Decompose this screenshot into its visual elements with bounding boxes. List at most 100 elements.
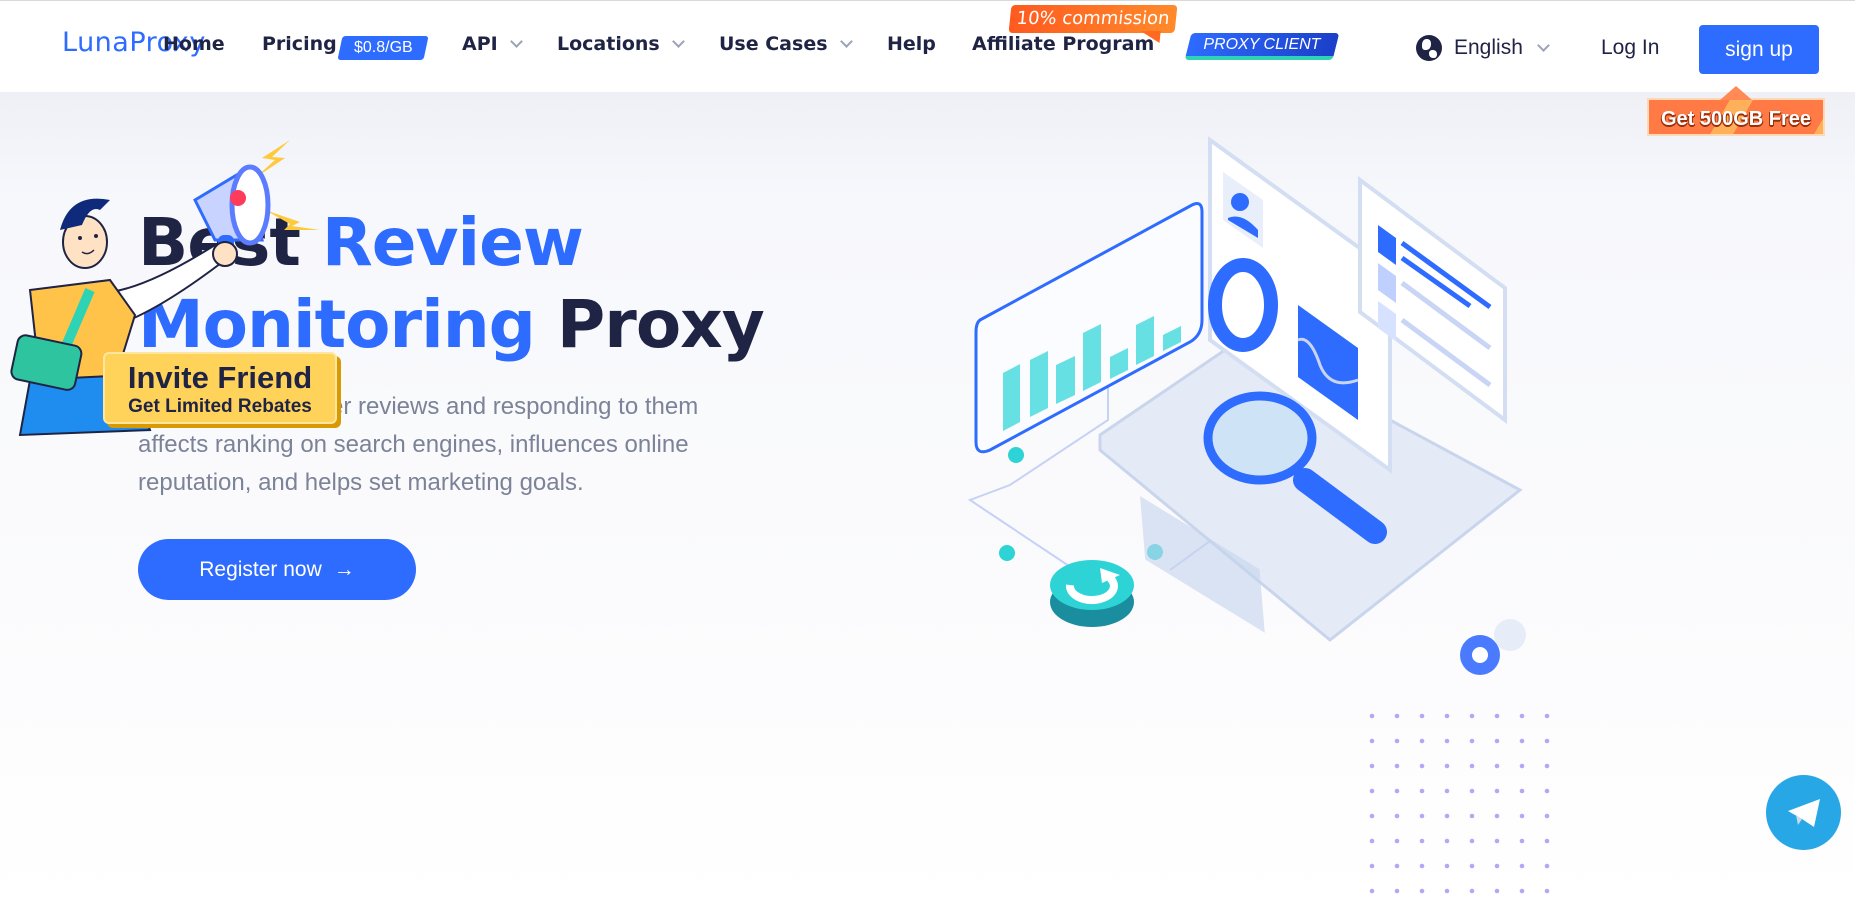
nav-home-label: Home bbox=[163, 33, 225, 55]
grid-dot bbox=[1394, 863, 1400, 869]
grid-dot bbox=[1519, 738, 1525, 744]
register-now-button[interactable]: Register now → bbox=[138, 539, 416, 600]
telegram-button[interactable] bbox=[1766, 775, 1841, 850]
grid-dot bbox=[1444, 788, 1450, 794]
nav-home[interactable]: Home bbox=[163, 33, 225, 55]
grid-dot bbox=[1469, 863, 1475, 869]
grid-dot bbox=[1544, 863, 1550, 869]
description-line: reputation, and helps set marketing goal… bbox=[138, 469, 584, 496]
chevron-down-icon bbox=[839, 34, 853, 48]
grid-dot bbox=[1519, 813, 1525, 819]
grid-dot bbox=[1469, 763, 1475, 769]
nav-api-label: API bbox=[462, 33, 498, 55]
grid-dot bbox=[1544, 813, 1550, 819]
grid-dot bbox=[1519, 788, 1525, 794]
grid-dot bbox=[1444, 813, 1450, 819]
nav-api[interactable]: API bbox=[462, 33, 523, 55]
grid-dot bbox=[1469, 713, 1475, 719]
chevron-down-icon bbox=[1537, 38, 1550, 52]
grid-dot bbox=[1394, 838, 1400, 844]
language-label: English bbox=[1454, 36, 1523, 59]
grid-dot bbox=[1419, 838, 1425, 844]
commission-badge: 10% commission bbox=[1008, 5, 1178, 33]
grid-dot bbox=[1394, 813, 1400, 819]
register-label: Register now bbox=[199, 557, 322, 581]
chevron-down-icon bbox=[671, 34, 685, 48]
grid-dot bbox=[1394, 763, 1400, 769]
grid-dot bbox=[1369, 813, 1375, 819]
grid-dot bbox=[1394, 788, 1400, 794]
telegram-icon bbox=[1787, 798, 1820, 827]
nav-use-cases[interactable]: Use Cases bbox=[719, 33, 853, 55]
grid-dot bbox=[1394, 713, 1400, 719]
invite-subtitle: Get Limited Rebates bbox=[128, 396, 312, 417]
grid-dot bbox=[1419, 888, 1425, 894]
grid-dot bbox=[1369, 788, 1375, 794]
grid-dot bbox=[1494, 788, 1500, 794]
connector-node bbox=[999, 545, 1015, 561]
grid-dot bbox=[1444, 713, 1450, 719]
proxy-client-label: PROXY CLIENT bbox=[1203, 36, 1321, 53]
grid-dot bbox=[1469, 813, 1475, 819]
site-header: LunaProxy Home Pricing $0.8/GB API Locat… bbox=[0, 1, 1855, 92]
grid-dot bbox=[1394, 738, 1400, 744]
grid-dot bbox=[1494, 863, 1500, 869]
chevron-down-icon bbox=[509, 34, 523, 48]
grid-dot bbox=[1519, 763, 1525, 769]
arrow-right-icon: → bbox=[333, 557, 355, 581]
grid-dot bbox=[1519, 888, 1525, 894]
language-selector[interactable]: English bbox=[1416, 35, 1550, 61]
grid-dot bbox=[1394, 888, 1400, 894]
grid-dot bbox=[1444, 888, 1450, 894]
grid-dot bbox=[1519, 863, 1525, 869]
nav-affiliate-label: Affiliate Program bbox=[972, 33, 1155, 55]
nav-pricing-label: Pricing bbox=[262, 33, 337, 55]
grid-dot bbox=[1494, 813, 1500, 819]
nav-help[interactable]: Help bbox=[887, 33, 936, 55]
grid-dot bbox=[1544, 763, 1550, 769]
invite-title: Invite Friend bbox=[127, 360, 313, 395]
login-link[interactable]: Log In bbox=[1601, 36, 1659, 60]
grid-dot bbox=[1444, 763, 1450, 769]
nav-help-label: Help bbox=[887, 33, 936, 55]
grid-dot bbox=[1544, 738, 1550, 744]
price-badge-text: $0.8/GB bbox=[353, 39, 413, 56]
nav-pricing[interactable]: Pricing bbox=[262, 33, 337, 55]
grid-dot bbox=[1419, 863, 1425, 869]
grid-dot bbox=[1419, 788, 1425, 794]
grid-dot bbox=[1419, 738, 1425, 744]
grid-dot bbox=[1494, 838, 1500, 844]
refresh-icon bbox=[1050, 560, 1134, 627]
grid-dot bbox=[1444, 838, 1450, 844]
grid-dot bbox=[1419, 763, 1425, 769]
laptop bbox=[1098, 136, 1523, 642]
grid-dot bbox=[1369, 888, 1375, 894]
title-word: Proxy bbox=[556, 286, 765, 363]
grid-dot bbox=[1369, 738, 1375, 744]
nav-affiliate[interactable]: Affiliate Program bbox=[972, 33, 1154, 55]
grid-dot bbox=[1444, 863, 1450, 869]
connector-node bbox=[1008, 447, 1024, 463]
grid-dot bbox=[1494, 738, 1500, 744]
invite-friend-badge[interactable]: Invite Friend Get Limited Rebates bbox=[103, 352, 337, 424]
grid-dot bbox=[1544, 788, 1550, 794]
price-badge: $0.8/GB bbox=[337, 36, 429, 60]
grid-dot bbox=[1419, 713, 1425, 719]
grid-dot bbox=[1369, 713, 1375, 719]
grid-dot bbox=[1369, 863, 1375, 869]
dot-grid-decoration bbox=[1369, 713, 1550, 894]
grid-dot bbox=[1544, 713, 1550, 719]
signup-button[interactable]: sign up bbox=[1699, 25, 1819, 74]
gear-icon bbox=[1460, 619, 1526, 675]
grid-dot bbox=[1494, 713, 1500, 719]
globe-icon bbox=[1416, 35, 1442, 61]
grid-dot bbox=[1369, 763, 1375, 769]
grid-dot bbox=[1444, 738, 1450, 744]
nav-locations-label: Locations bbox=[557, 33, 660, 55]
proxy-client-button[interactable]: PROXY CLIENT bbox=[1184, 33, 1340, 60]
nav-use-cases-label: Use Cases bbox=[719, 33, 828, 55]
nav-locations[interactable]: Locations bbox=[557, 33, 685, 55]
grid-dot bbox=[1519, 713, 1525, 719]
title-word-highlight: Review bbox=[321, 204, 584, 281]
grid-dot bbox=[1494, 888, 1500, 894]
